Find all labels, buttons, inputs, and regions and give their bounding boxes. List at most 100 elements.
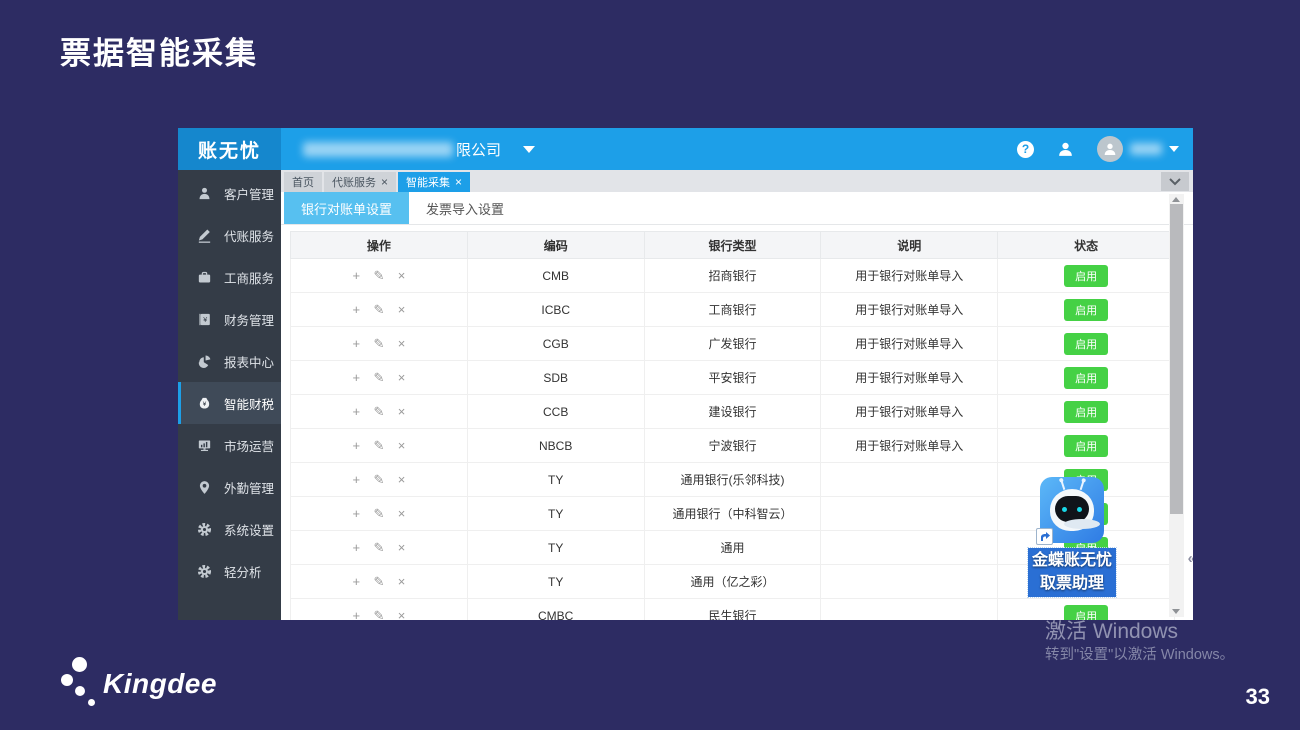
chevron-down-icon	[523, 146, 535, 153]
add-icon[interactable]: +	[353, 404, 361, 419]
help-icon[interactable]: ?	[1017, 141, 1034, 158]
scroll-up-icon[interactable]	[1172, 197, 1180, 202]
add-icon[interactable]: +	[353, 370, 361, 385]
close-icon[interactable]: ×	[381, 176, 388, 188]
delete-icon[interactable]: ×	[398, 574, 406, 589]
op-cell: + ✎ ×	[291, 497, 468, 531]
add-icon[interactable]: +	[353, 540, 361, 555]
edit-icon[interactable]: ✎	[373, 608, 384, 621]
close-icon[interactable]: ×	[455, 176, 462, 188]
bank-code-cell: SDB	[467, 361, 644, 395]
vertical-scrollbar[interactable]	[1169, 194, 1184, 617]
tab-bookkeeping[interactable]: 代账服务 ×	[324, 172, 396, 192]
bank-code-cell: CCB	[467, 395, 644, 429]
delete-icon[interactable]: ×	[398, 404, 406, 419]
kingdee-logo: Kingdee	[55, 653, 285, 715]
delete-icon[interactable]: ×	[398, 268, 406, 283]
delete-icon[interactable]: ×	[398, 608, 406, 621]
account-menu[interactable]	[1097, 136, 1179, 162]
edit-icon[interactable]: ✎	[373, 472, 384, 487]
windows-activation-watermark-subtitle: 转到"设置"以激活 Windows。	[1045, 643, 1234, 664]
status-cell: 启用	[998, 361, 1175, 395]
add-icon[interactable]: +	[353, 438, 361, 453]
status-enabled-button[interactable]: 启用	[1064, 401, 1108, 423]
person-icon	[195, 184, 213, 202]
add-icon[interactable]: +	[353, 336, 361, 351]
delete-icon[interactable]: ×	[398, 370, 406, 385]
sidebar-item-field-work[interactable]: 外勤管理	[178, 466, 281, 508]
tab-home[interactable]: 首页	[284, 172, 322, 192]
table-row: + ✎ × CMB 招商银行 用于银行对账单导入 启用	[291, 259, 1175, 293]
edit-icon[interactable]: ✎	[373, 336, 384, 351]
edit-icon[interactable]: ✎	[373, 268, 384, 283]
delete-icon[interactable]: ×	[398, 438, 406, 453]
delete-icon[interactable]: ×	[398, 506, 406, 521]
scrollbar-thumb[interactable]	[1170, 204, 1183, 514]
delete-icon[interactable]: ×	[398, 302, 406, 317]
column-header: 说明	[821, 232, 998, 259]
bank-code-cell: CMB	[467, 259, 644, 293]
edit-icon[interactable]: ✎	[373, 370, 384, 385]
add-icon[interactable]: +	[353, 302, 361, 317]
sidebar-item-marketing[interactable]: 市场运营	[178, 424, 281, 466]
sidebar-item-customers[interactable]: 客户管理	[178, 172, 281, 214]
edit-icon[interactable]: ✎	[373, 404, 384, 419]
status-enabled-button[interactable]: 启用	[1064, 265, 1108, 287]
user-icon[interactable]	[1056, 140, 1075, 159]
sidebar-item-reports[interactable]: 报表中心	[178, 340, 281, 382]
shortcut-label-line1: 金蝶账无忧	[1028, 549, 1116, 572]
sidebar-item-bookkeeping[interactable]: 代账服务	[178, 214, 281, 256]
bank-type-cell: 通用（亿之彩）	[644, 565, 821, 599]
note-cell	[821, 599, 998, 621]
add-icon[interactable]: +	[353, 472, 361, 487]
desktop-shortcut-ticket-assistant[interactable]: 金蝶账无忧 取票助理	[1028, 477, 1116, 597]
shortcut-label: 金蝶账无忧 取票助理	[1028, 548, 1116, 597]
bank-code-cell: TY	[467, 531, 644, 565]
sidebar-item-smart-tax[interactable]: ¥ 智能财税	[178, 382, 281, 424]
status-enabled-button[interactable]: 启用	[1064, 367, 1108, 389]
bank-type-cell: 通用银行（中科智云）	[644, 497, 821, 531]
note-cell: 用于银行对账单导入	[821, 293, 998, 327]
tab-list-dropdown-button[interactable]	[1161, 172, 1189, 191]
bank-type-cell: 招商银行	[644, 259, 821, 293]
edit-icon[interactable]: ✎	[373, 506, 384, 521]
table-row: + ✎ × NBCB 宁波银行 用于银行对账单导入 启用	[291, 429, 1175, 463]
delete-icon[interactable]: ×	[398, 472, 406, 487]
edit-icon[interactable]: ✎	[373, 302, 384, 317]
add-icon[interactable]: +	[353, 506, 361, 521]
sidebar-item-finance[interactable]: ¥ 财务管理	[178, 298, 281, 340]
pencil-icon	[195, 226, 213, 244]
edit-icon[interactable]: ✎	[373, 540, 384, 555]
sidebar-item-label: 客户管理	[224, 184, 274, 203]
delete-icon[interactable]: ×	[398, 336, 406, 351]
collapse-panel-icon[interactable]: «	[1188, 550, 1193, 567]
edit-icon[interactable]: ✎	[373, 438, 384, 453]
status-enabled-button[interactable]: 启用	[1064, 333, 1108, 355]
company-selector[interactable]: 限公司	[303, 139, 535, 160]
note-cell	[821, 497, 998, 531]
add-icon[interactable]: +	[353, 268, 361, 283]
sidebar: 客户管理 代账服务 工商服务 ¥ 财务管理 报表中心 ¥ 智能财税	[178, 170, 281, 620]
column-header: 操作	[291, 232, 468, 259]
bank-type-cell: 建设银行	[644, 395, 821, 429]
scroll-down-icon[interactable]	[1172, 609, 1180, 614]
briefcase-icon	[195, 268, 213, 286]
edit-icon[interactable]: ✎	[373, 574, 384, 589]
column-header: 编码	[467, 232, 644, 259]
subtab-invoice-import-settings[interactable]: 发票导入设置	[409, 192, 521, 224]
op-cell: + ✎ ×	[291, 361, 468, 395]
status-enabled-button[interactable]: 启用	[1064, 435, 1108, 457]
tab-label: 代账服务	[332, 174, 376, 190]
sidebar-item-business[interactable]: 工商服务	[178, 256, 281, 298]
tab-smart-collect[interactable]: 智能采集 ×	[398, 172, 470, 192]
sidebar-item-settings[interactable]: 系统设置	[178, 508, 281, 550]
delete-icon[interactable]: ×	[398, 540, 406, 555]
add-icon[interactable]: +	[353, 574, 361, 589]
status-enabled-button[interactable]: 启用	[1064, 299, 1108, 321]
sidebar-item-label: 代账服务	[224, 226, 274, 245]
add-icon[interactable]: +	[353, 608, 361, 621]
sidebar-item-analysis[interactable]: 轻分析	[178, 550, 281, 592]
subtab-bank-statement-settings[interactable]: 银行对账单设置	[284, 192, 409, 224]
note-cell: 用于银行对账单导入	[821, 259, 998, 293]
op-cell: + ✎ ×	[291, 429, 468, 463]
